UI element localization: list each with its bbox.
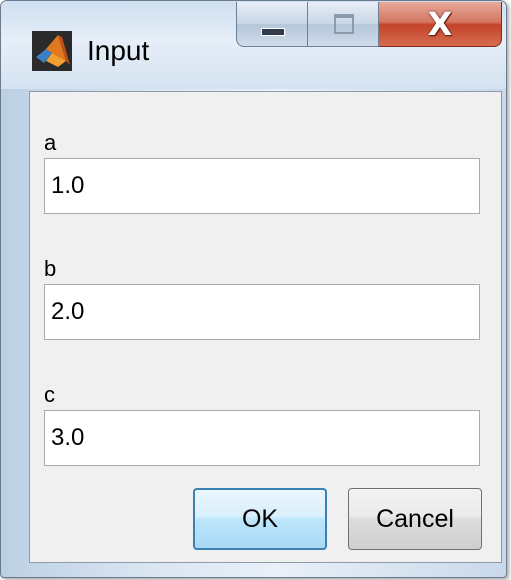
close-icon: X <box>427 5 453 43</box>
title-bar[interactable]: Input X <box>1 1 506 89</box>
field-label-c: c <box>44 382 55 407</box>
field-input-a[interactable] <box>44 158 480 214</box>
field-label-b: b <box>44 256 57 281</box>
field-input-b[interactable] <box>44 284 480 340</box>
close-button[interactable]: X <box>379 2 502 47</box>
maximize-button[interactable] <box>308 2 379 47</box>
minimize-icon <box>261 28 285 36</box>
matlab-logo-icon <box>32 31 72 71</box>
dialog-content: a b c OK Cancel <box>29 91 502 563</box>
dialog-window: Input X a b c OK Cancel <box>0 0 507 578</box>
cancel-button[interactable]: Cancel <box>348 488 482 550</box>
window-title: Input <box>87 35 150 66</box>
field-input-c[interactable] <box>44 410 480 466</box>
field-label-a: a <box>44 130 57 155</box>
window-controls: X <box>236 2 502 47</box>
maximize-icon <box>334 14 354 34</box>
ok-button[interactable]: OK <box>193 488 327 550</box>
minimize-button[interactable] <box>236 2 308 47</box>
